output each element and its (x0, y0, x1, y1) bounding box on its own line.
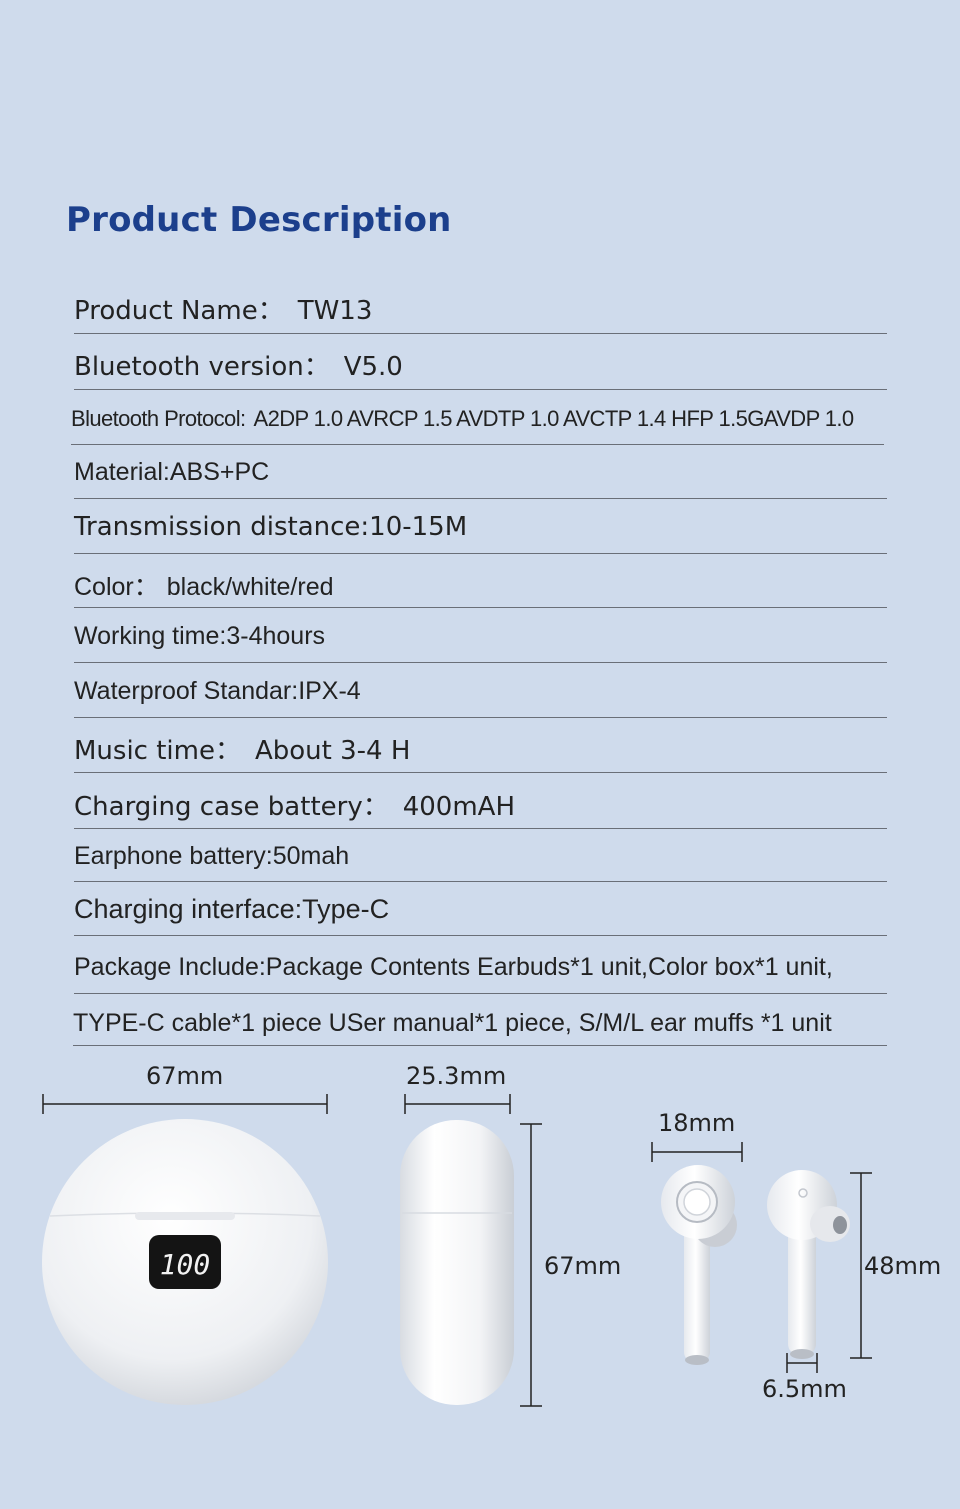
spec-label: Material: (74, 458, 170, 486)
spec-label: Charging interface: (74, 894, 303, 924)
earbud-left (661, 1165, 737, 1365)
charging-case-front: 100 (42, 1119, 328, 1405)
spec-label: Transmission distance: (74, 512, 370, 542)
case-depth-dimension (404, 1094, 511, 1114)
spec-row-package-include: Package Include:Package Contents Earbuds… (74, 953, 887, 994)
spec-row-material: Material:ABS+PC (74, 458, 887, 499)
spec-row-transmission: Transmission distance:10-15M (74, 512, 887, 554)
spec-value: 400mAH (402, 792, 516, 822)
charging-case-side (400, 1120, 514, 1405)
spec-row-waterproof: Waterproof Standar:IPX-4 (74, 677, 887, 718)
case-width-dimension (42, 1094, 328, 1114)
spec-value: Type-C (302, 894, 390, 924)
spec-label: Working time: (74, 622, 227, 650)
spec-label: Music time： (74, 736, 241, 766)
earbud-right (767, 1170, 850, 1359)
spec-row-earphone-battery: Earphone battery: 50mah (74, 842, 887, 882)
page-title: Product Description (66, 200, 452, 240)
spec-value: TW13 (297, 296, 373, 326)
spec-label: Waterproof Standar: (74, 677, 299, 705)
spec-row-package-cont: TYPE-C cable*1 piece USer manual*1 piece… (73, 1009, 887, 1046)
spec-value: 3-4hours (226, 622, 326, 650)
spec-label: Charging case battery： (74, 792, 389, 822)
spec-value: About 3-4 H (254, 736, 411, 766)
spec-row-bluetooth-protocol: Bluetooth Protocol: A2DP 1.0 AVRCP 1.5 A… (71, 406, 884, 445)
spec-label: Bluetooth Protocol: (71, 406, 246, 431)
spec-row-case-battery: Charging case battery： 400mAH (74, 786, 887, 829)
spec-label: Bluetooth version： (74, 352, 330, 382)
spec-row-color: Color： black/white/red (74, 567, 887, 608)
spec-row-product-name: Product Name： TW13 (74, 290, 887, 334)
spec-value: Package Contents Earbuds*1 unit,Color bo… (265, 953, 833, 981)
earbud-width-dimension (651, 1142, 743, 1162)
case-height-dimension (520, 1123, 542, 1407)
spec-value: TYPE-C cable*1 piece USer manual*1 piece… (73, 1009, 832, 1037)
spec-label: Earphone battery: (74, 842, 273, 870)
spec-value: IPX-4 (298, 677, 361, 705)
spec-value: 10-15M (369, 512, 468, 542)
spec-value: A2DP 1.0 AVRCP 1.5 AVDTP 1.0 AVCTP 1.4 H… (253, 406, 855, 431)
spec-value: black/white/red (166, 573, 334, 601)
spec-row-music-time: Music time： About 3-4 H (74, 730, 887, 773)
spec-value: ABS+PC (169, 458, 270, 486)
spec-row-working-time: Working time:3-4hours (74, 622, 887, 663)
spec-label: Product Name： (74, 296, 284, 326)
spec-label: Package Include: (74, 953, 266, 981)
spec-row-bluetooth-version: Bluetooth version： V5.0 (74, 346, 887, 390)
spec-value: 50mah (272, 842, 350, 870)
spec-value: V5.0 (343, 352, 403, 382)
product-illustration: 100 (42, 1094, 872, 1407)
spec-label: Color： (74, 573, 159, 601)
case-display-value: 100 (160, 1248, 211, 1281)
spec-row-charging-interface: Charging interface:Type-C (74, 894, 887, 936)
earbud-height-dimension (850, 1172, 872, 1359)
